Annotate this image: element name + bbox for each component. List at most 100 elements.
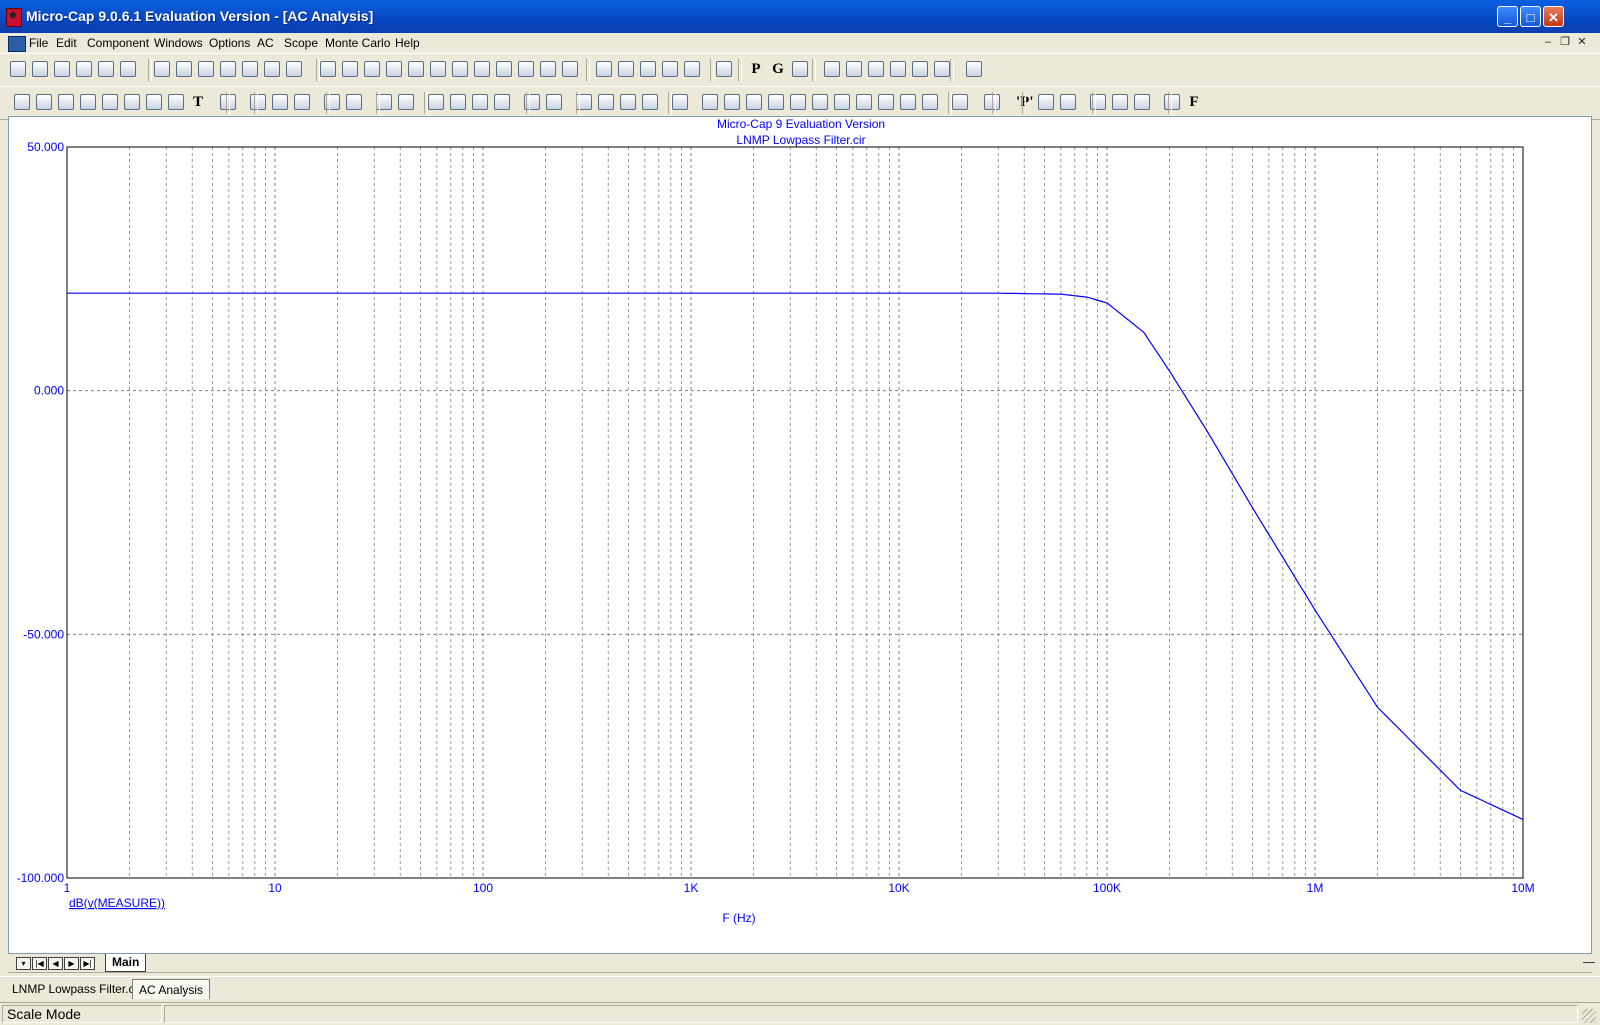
tab-last-button[interactable]: ▶| <box>80 957 95 970</box>
open-folder-icon[interactable] <box>32 61 48 77</box>
diagonal-line-icon[interactable] <box>346 94 362 110</box>
properties-icon[interactable] <box>792 61 808 77</box>
cascade-icon[interactable] <box>640 61 656 77</box>
mdi-close-button[interactable]: ✕ <box>1575 36 1589 49</box>
paste-icon[interactable] <box>242 61 258 77</box>
mdi-restore-button[interactable]: ❐ <box>1558 36 1572 49</box>
zoom-fit-icon[interactable] <box>1134 94 1150 110</box>
graph-tool-5-icon[interactable] <box>146 94 162 110</box>
waveform-icon[interactable] <box>846 61 862 77</box>
ground-icon[interactable] <box>320 61 336 77</box>
undo-icon[interactable] <box>154 61 170 77</box>
tile-vertical-icon[interactable] <box>684 61 700 77</box>
copy-icon[interactable] <box>220 61 236 77</box>
split-vertical-icon[interactable] <box>618 61 634 77</box>
voltage-source-icon[interactable] <box>562 61 578 77</box>
grid-minor-icon[interactable] <box>472 94 488 110</box>
save-icon[interactable] <box>54 61 70 77</box>
tab-menu-button[interactable]: ▾ <box>16 957 31 970</box>
zoom-window-icon[interactable] <box>966 61 982 77</box>
menu-file[interactable]: File <box>29 36 48 50</box>
y-expression-label[interactable]: dB(v(MEASURE)) <box>69 896 165 910</box>
component-list-icon[interactable] <box>824 61 840 77</box>
graph-tool-4-icon[interactable] <box>124 94 140 110</box>
menu-scope[interactable]: Scope <box>284 36 318 50</box>
axis-ticks-icon[interactable] <box>546 94 562 110</box>
high-icon[interactable] <box>790 94 806 110</box>
new-file-icon[interactable] <box>10 61 26 77</box>
global-low-icon[interactable] <box>878 94 894 110</box>
wire-icon[interactable] <box>518 61 534 77</box>
transistor-icon[interactable] <box>452 61 468 77</box>
battery-icon[interactable] <box>430 61 446 77</box>
print-icon[interactable] <box>98 61 114 77</box>
cut-icon[interactable] <box>198 61 214 77</box>
graph-tool-3-icon[interactable] <box>102 94 118 110</box>
mdi-minimize-button[interactable]: – <box>1541 36 1555 49</box>
cursor-peak-icon[interactable] <box>620 94 636 110</box>
letter-g-icon[interactable]: G <box>770 61 786 77</box>
doc-tab-circuit[interactable]: LNMP Lowpass Filter.cir <box>6 979 147 999</box>
print-preview-icon[interactable] <box>120 61 136 77</box>
tab-first-button[interactable]: |◀ <box>32 957 47 970</box>
vto-icon[interactable] <box>934 61 950 77</box>
pause-icon[interactable] <box>294 94 310 110</box>
peak-icon[interactable] <box>746 94 762 110</box>
crosshair-left-icon[interactable] <box>702 94 718 110</box>
opamp-icon[interactable] <box>474 61 490 77</box>
active-analysis-icon[interactable] <box>912 61 928 77</box>
maximize-button[interactable]: □ <box>1520 6 1541 27</box>
run-icon[interactable] <box>250 94 266 110</box>
minimize-button[interactable]: _ <box>1497 6 1518 27</box>
menu-windows[interactable]: Windows <box>154 36 203 50</box>
graph-tool-icon[interactable] <box>58 94 74 110</box>
crosshair-right-icon[interactable] <box>724 94 740 110</box>
tab-prev-button[interactable]: ◀ <box>48 957 63 970</box>
app-icon[interactable] <box>6 8 22 27</box>
top-icon[interactable] <box>900 94 916 110</box>
menu-monte-carlo[interactable]: Monte Carlo <box>325 36 390 50</box>
low-icon[interactable] <box>812 94 828 110</box>
inductor-icon[interactable] <box>386 61 402 77</box>
child-window-icon[interactable] <box>8 36 26 52</box>
globe-icon[interactable] <box>1164 94 1180 110</box>
tab-main[interactable]: Main <box>105 954 147 972</box>
close-button[interactable]: ✕ <box>1543 6 1564 27</box>
letter-p-icon[interactable]: P <box>748 61 764 77</box>
diode-icon[interactable] <box>408 61 424 77</box>
menu-help[interactable]: Help <box>395 36 420 50</box>
tab-split-handle[interactable] <box>1583 962 1595 963</box>
graph-tool-2-icon[interactable] <box>80 94 96 110</box>
shape-tool-icon[interactable] <box>36 94 52 110</box>
graph-grid-icon[interactable] <box>398 94 414 110</box>
stop-icon[interactable] <box>272 94 288 110</box>
tile-icon[interactable] <box>662 61 678 77</box>
grid-bolder-icon[interactable] <box>450 94 466 110</box>
pen-icon[interactable] <box>890 61 906 77</box>
global-high-icon[interactable] <box>856 94 872 110</box>
graph-tool-6-icon[interactable] <box>168 94 184 110</box>
valley-icon[interactable] <box>768 94 784 110</box>
select-pointer-icon[interactable] <box>14 94 30 110</box>
redo-icon[interactable] <box>176 61 192 77</box>
grid-bold-icon[interactable] <box>428 94 444 110</box>
save-all-icon[interactable] <box>76 61 92 77</box>
menu-ac[interactable]: AC <box>257 36 274 50</box>
delete-icon[interactable] <box>264 61 280 77</box>
auto-scale-icon[interactable] <box>672 94 688 110</box>
bottom-icon[interactable] <box>922 94 938 110</box>
tab-next-button[interactable]: ▶ <box>64 957 79 970</box>
menu-options[interactable]: Options <box>209 36 250 50</box>
cursor-wave-icon[interactable] <box>642 94 658 110</box>
plot-window[interactable]: 50.000 0.000 -50.000 -100.000 1 10 100 1K 10K 10… <box>8 116 1592 954</box>
tag-left-icon[interactable] <box>1038 94 1054 110</box>
package-icon[interactable] <box>952 94 968 110</box>
resistor-icon[interactable] <box>342 61 358 77</box>
inflection-icon[interactable] <box>834 94 850 110</box>
menu-component[interactable]: Component <box>87 36 149 50</box>
resize-grip-icon[interactable] <box>1582 1009 1596 1023</box>
tag-right-icon[interactable] <box>1060 94 1076 110</box>
split-horizontal-icon[interactable] <box>596 61 612 77</box>
probe-icon[interactable] <box>868 61 884 77</box>
grid-dotted-icon[interactable] <box>494 94 510 110</box>
